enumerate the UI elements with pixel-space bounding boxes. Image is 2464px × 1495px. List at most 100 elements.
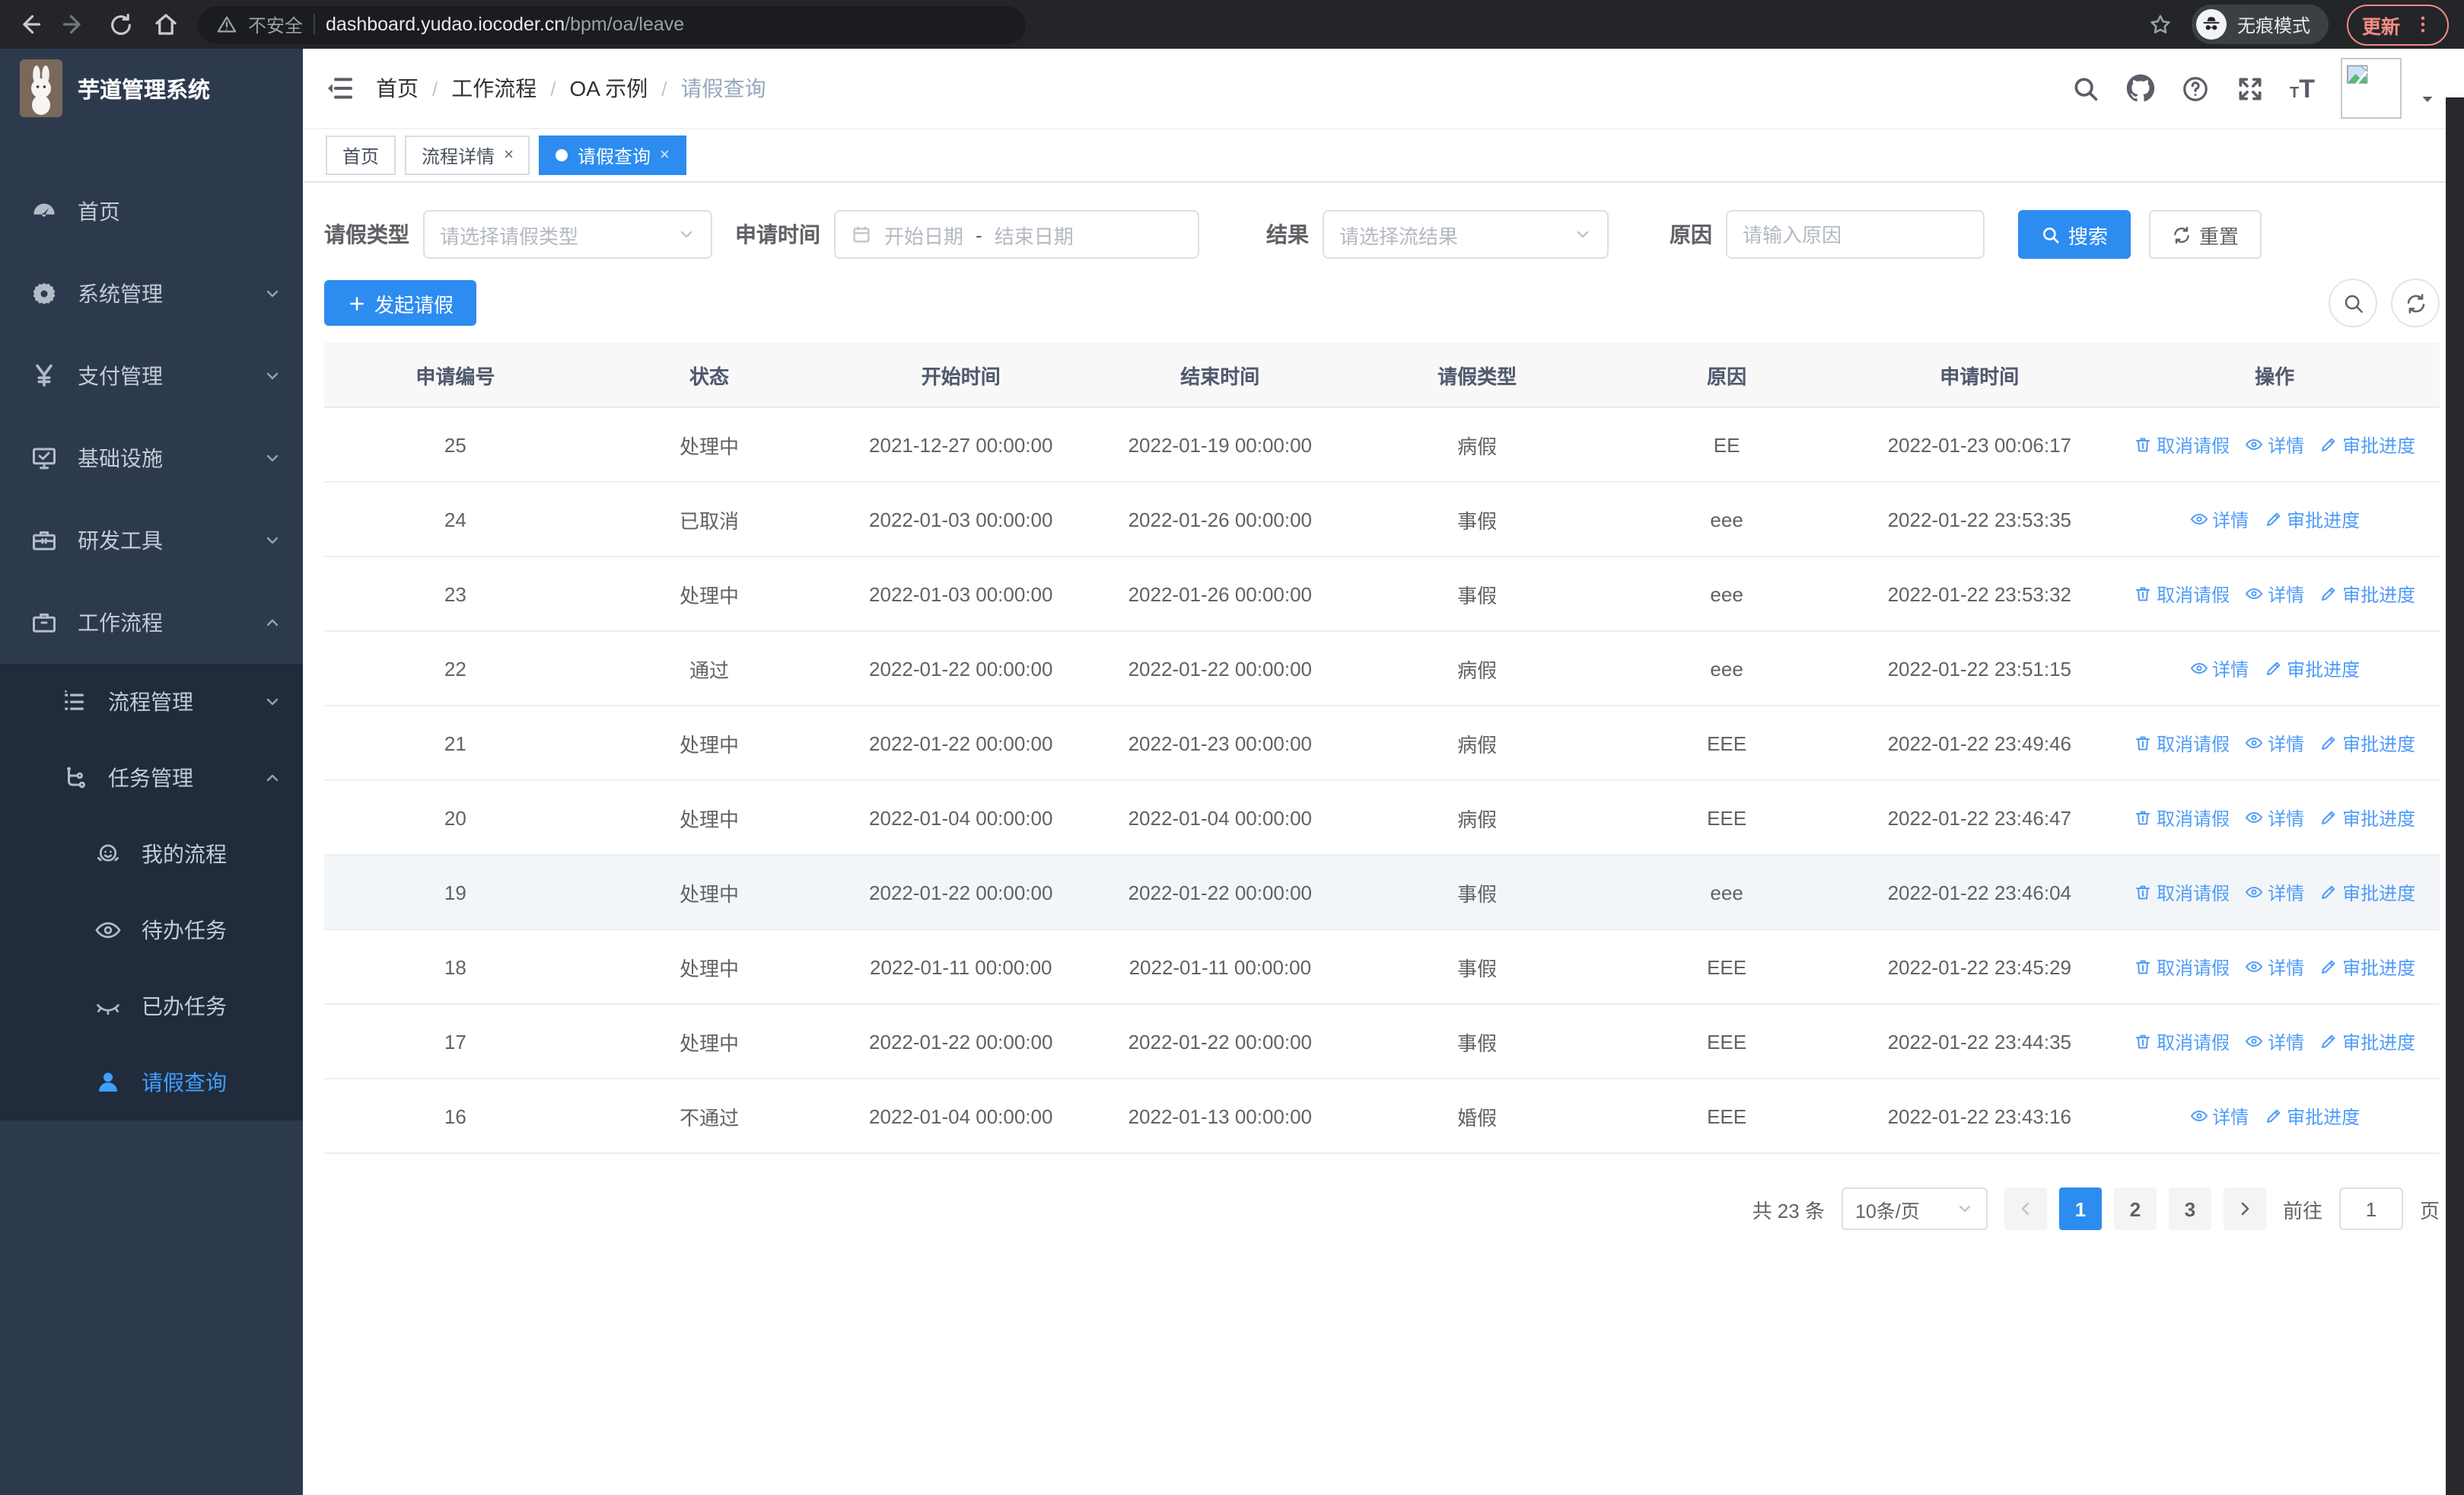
approval-progress-link[interactable]: 审批进度: [2319, 805, 2415, 830]
sidebar-collapse-icon[interactable]: [324, 73, 355, 104]
search-button[interactable]: 搜索: [2018, 210, 2131, 259]
sidebar-item-workflow[interactable]: 工作流程: [0, 582, 303, 664]
sidebar-item-system[interactable]: 系统管理: [0, 253, 303, 335]
reason-input[interactable]: [1726, 210, 1985, 259]
cancel-leave-link[interactable]: 取消请假: [2134, 730, 2230, 756]
detail-link[interactable]: 详情: [2189, 506, 2249, 532]
sidebar-item-home[interactable]: 首页: [0, 171, 303, 253]
approval-progress-link[interactable]: 审批进度: [2264, 1103, 2360, 1129]
apply-time-range-picker[interactable]: 开始日期 - 结束日期: [834, 210, 1199, 259]
approval-progress-link[interactable]: 审批进度: [2264, 506, 2360, 532]
page-button-3[interactable]: 3: [2168, 1187, 2211, 1230]
detail-link[interactable]: 详情: [2245, 954, 2304, 980]
detail-link[interactable]: 详情: [2245, 879, 2304, 905]
breadcrumb-item[interactable]: OA 示例: [570, 73, 648, 104]
cancel-leave-link[interactable]: 取消请假: [2134, 581, 2230, 607]
detail-link[interactable]: 详情: [2189, 655, 2249, 681]
cancel-leave-link[interactable]: 取消请假: [2134, 954, 2230, 980]
approval-progress-link[interactable]: 审批进度: [2319, 954, 2415, 980]
detail-link[interactable]: 详情: [2245, 581, 2304, 607]
help-icon[interactable]: [2180, 74, 2209, 103]
close-icon[interactable]: ×: [504, 146, 514, 164]
action-label: 详情: [2268, 584, 2305, 605]
address-bar[interactable]: 不安全 dashboard.yudao.iocoder.cn/bpm/oa/le…: [198, 5, 1026, 43]
tab-请假查询[interactable]: 请假查询 ×: [539, 135, 686, 175]
cell-status: 处理中: [679, 733, 739, 756]
sidebar-item-infra[interactable]: 基础设施: [0, 417, 303, 499]
browser-menu-dots-icon[interactable]: [2412, 14, 2434, 35]
action-label: 详情: [2268, 957, 2305, 978]
browser-scrollbar[interactable]: [2446, 97, 2464, 1495]
page-button-2[interactable]: 2: [2113, 1187, 2157, 1230]
approval-progress-link[interactable]: 审批进度: [2319, 581, 2415, 607]
tab-首页[interactable]: 首页: [326, 135, 396, 175]
page-size-select[interactable]: 10条/页: [1841, 1187, 1988, 1230]
fullscreen-icon[interactable]: [2235, 74, 2264, 103]
breadcrumb-separator: /: [432, 77, 438, 100]
leave-type-placeholder: 请选择请假类型: [440, 225, 579, 247]
github-icon[interactable]: [2125, 74, 2154, 103]
browser-back-icon[interactable]: [15, 11, 43, 38]
tab-流程详情[interactable]: 流程详情 ×: [405, 135, 530, 175]
cell-type: 婚假: [1457, 1106, 1498, 1129]
table-tools: [2329, 279, 2440, 327]
table-row: 21 处理中 2022-01-22 00:00:00 2022-01-23 00:00…: [324, 706, 2440, 781]
breadcrumb-item[interactable]: 工作流程: [451, 73, 536, 104]
sidebar-item-task-mgmt[interactable]: 任务管理: [0, 740, 303, 816]
action-label: 审批进度: [2287, 1106, 2361, 1127]
user-menu-caret-icon[interactable]: [2418, 90, 2437, 108]
user-avatar[interactable]: [2341, 58, 2402, 119]
breadcrumb-item[interactable]: 首页: [376, 73, 419, 104]
detail-link[interactable]: 详情: [2245, 432, 2304, 457]
prev-page-button[interactable]: [2004, 1187, 2047, 1230]
bookmark-star-icon[interactable]: [2147, 11, 2173, 37]
cancel-leave-link[interactable]: 取消请假: [2134, 879, 2230, 905]
result-select[interactable]: 请选择流结果: [1323, 210, 1609, 259]
approval-progress-link[interactable]: 审批进度: [2319, 730, 2415, 756]
approval-progress-link[interactable]: 审批进度: [2319, 1028, 2415, 1054]
sidebar-item-todo-tasks[interactable]: 待办任务: [0, 892, 303, 968]
sidebar-item-process-mgmt[interactable]: 流程管理: [0, 664, 303, 740]
detail-link[interactable]: 详情: [2245, 730, 2304, 756]
approval-progress-link[interactable]: 审批进度: [2319, 432, 2415, 457]
incognito-badge[interactable]: 无痕模式: [2191, 5, 2329, 44]
detail-link[interactable]: 详情: [2189, 1103, 2249, 1129]
cell-start: 2022-01-22 00:00:00: [869, 657, 1053, 680]
submenu-task-mgmt: 我的流程 待办任务 已办任务 请假查询: [0, 816, 303, 1120]
eye-icon: [2245, 585, 2263, 603]
chevron-up-icon: [263, 769, 282, 787]
cell-reason: EEE: [1707, 1105, 1747, 1127]
detail-link[interactable]: 详情: [2245, 805, 2304, 830]
reset-button[interactable]: 重置: [2149, 210, 2262, 259]
browser-home-icon[interactable]: [152, 11, 180, 38]
font-size-icon[interactable]: TT: [2290, 75, 2315, 101]
sidebar-item-payment[interactable]: 支付管理: [0, 335, 303, 417]
apply-time-label: 申请时间: [735, 222, 820, 247]
browser-update-button[interactable]: 更新: [2346, 4, 2449, 45]
cancel-leave-link[interactable]: 取消请假: [2134, 432, 2230, 457]
leave-type-select[interactable]: 请选择请假类型: [423, 210, 712, 259]
next-page-button[interactable]: [2223, 1187, 2266, 1230]
browser-reload-icon[interactable]: [107, 11, 134, 38]
browser-forward-icon[interactable]: [61, 11, 88, 38]
cell-type: 事假: [1457, 509, 1498, 532]
column-header: 申请时间: [1940, 365, 2020, 387]
cancel-leave-link[interactable]: 取消请假: [2134, 805, 2230, 830]
page-button-1[interactable]: 1: [2058, 1187, 2102, 1230]
refresh-table-button[interactable]: [2391, 279, 2440, 327]
refresh-icon: [2404, 292, 2427, 314]
goto-page-input[interactable]: [2338, 1187, 2403, 1230]
sidebar-item-done-tasks[interactable]: 已办任务: [0, 968, 303, 1044]
header-search-icon[interactable]: [2071, 74, 2099, 103]
close-icon[interactable]: ×: [660, 146, 670, 164]
approval-progress-link[interactable]: 审批进度: [2319, 879, 2415, 905]
approval-progress-link[interactable]: 审批进度: [2264, 655, 2360, 681]
sidebar-item-my-process[interactable]: 我的流程: [0, 816, 303, 892]
cancel-leave-link[interactable]: 取消请假: [2134, 1028, 2230, 1054]
sidebar-item-leave-query[interactable]: 请假查询: [0, 1044, 303, 1120]
show-search-toggle-button[interactable]: [2329, 279, 2377, 327]
cell-end: 2022-01-26 00:00:00: [1128, 508, 1313, 531]
create-leave-button[interactable]: 发起请假: [324, 280, 477, 326]
sidebar-item-devtools[interactable]: 研发工具: [0, 499, 303, 582]
detail-link[interactable]: 详情: [2245, 1028, 2304, 1054]
